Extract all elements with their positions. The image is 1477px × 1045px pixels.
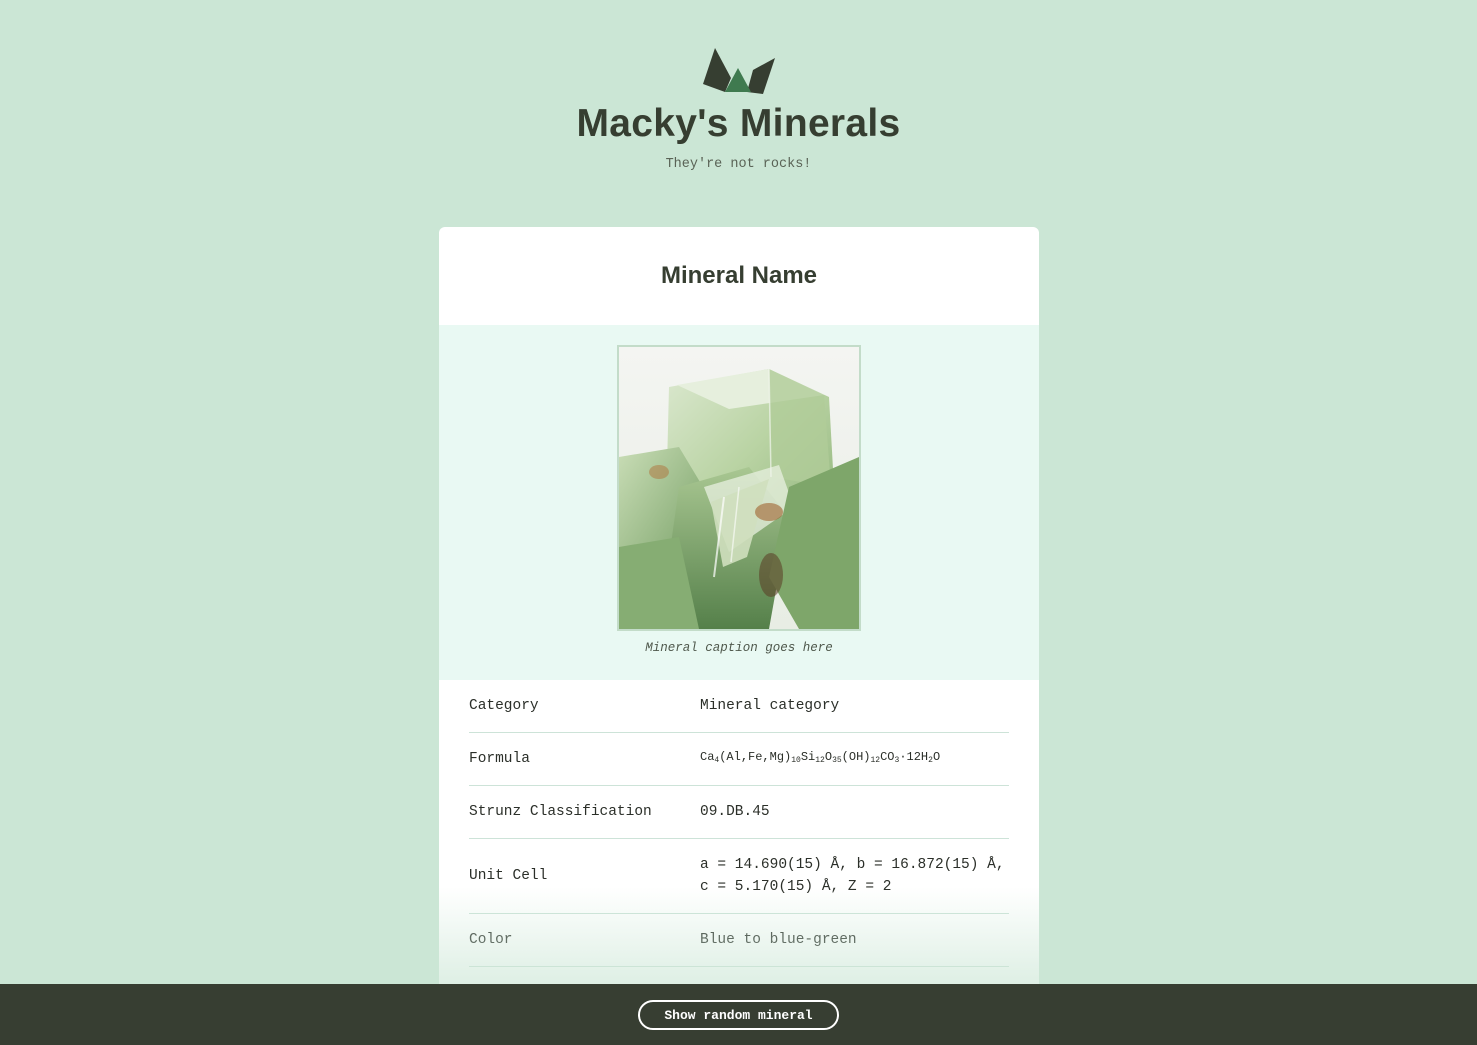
mineral-name-heading: Mineral Name bbox=[660, 262, 818, 289]
property-label: Strunz Classification bbox=[469, 804, 652, 820]
property-row-strunz: Strunz Classification 09.DB.45 bbox=[469, 786, 1009, 839]
site-title: Macky's Minerals bbox=[576, 102, 901, 145]
property-row-unit-cell: Unit Cell a = 14.690(15) Å, b = 16.872(1… bbox=[469, 839, 1009, 914]
mineral-image-section: Mineral caption goes here bbox=[439, 325, 1039, 680]
mineral-caption: Mineral caption goes here bbox=[645, 641, 833, 655]
property-row-category: Category Mineral category bbox=[469, 680, 1009, 733]
mountain-crystals-logo-icon bbox=[703, 48, 775, 94]
mineral-photo bbox=[617, 345, 861, 631]
property-value: Mineral category bbox=[700, 698, 840, 714]
formula-value: Ca4(Al,Fe,Mg)10Si12O35(OH)12CO3·12H2O bbox=[700, 750, 941, 765]
property-row-color: Color Blue to blue-green bbox=[469, 914, 1009, 967]
property-row-formula: Formula Ca4(Al,Fe,Mg)10Si12O35(OH)12CO3·… bbox=[469, 733, 1009, 786]
property-label: Unit Cell bbox=[469, 868, 548, 884]
site-tagline: They're not rocks! bbox=[665, 157, 812, 172]
property-label: Formula bbox=[469, 751, 530, 767]
property-label: Category bbox=[469, 698, 539, 714]
show-random-mineral-button[interactable]: Show random mineral bbox=[638, 1000, 839, 1030]
property-value: 09.DB.45 bbox=[700, 804, 770, 820]
property-label: Color bbox=[469, 932, 513, 948]
mineral-photo-icon bbox=[619, 347, 859, 629]
property-value: a = 14.690(15) Å, b = 16.872(15) Å, c = … bbox=[700, 857, 1005, 895]
property-value: Blue to blue-green bbox=[700, 932, 857, 948]
mineral-properties-table: Category Mineral category Formula Ca4(Al… bbox=[469, 680, 1009, 967]
mineral-card: Mineral Name Mineral caption goes here C… bbox=[439, 227, 1039, 1045]
footer-bar: Show random mineral bbox=[0, 984, 1477, 1045]
